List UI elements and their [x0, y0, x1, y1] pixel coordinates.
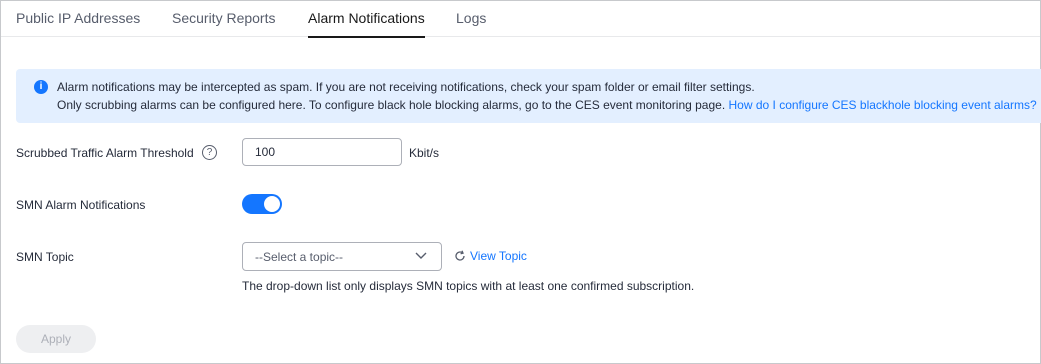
- smn-notifications-label: SMN Alarm Notifications: [16, 198, 146, 212]
- tab-alarm-notifications[interactable]: Alarm Notifications: [308, 10, 425, 38]
- smn-topic-label: SMN Topic: [16, 250, 74, 264]
- refresh-icon: [455, 250, 465, 261]
- question-circle-icon[interactable]: ?: [202, 145, 217, 160]
- smn-topic-placeholder: --Select a topic--: [255, 250, 344, 264]
- threshold-input[interactable]: [242, 138, 402, 166]
- tab-logs[interactable]: Logs: [456, 10, 486, 37]
- toggle-knob: [264, 196, 280, 212]
- threshold-label: Scrubbed Traffic Alarm Threshold: [16, 146, 194, 160]
- banner-line-2: Only scrubbing alarms can be configured …: [57, 98, 1037, 112]
- tab-security-reports[interactable]: Security Reports: [172, 10, 275, 37]
- info-icon: i: [34, 80, 48, 94]
- tab-bar: Public IP Addresses Security Reports Ala…: [1, 1, 1040, 38]
- alarm-notifications-panel: Public IP Addresses Security Reports Ala…: [0, 0, 1041, 364]
- banner-line-1: Alarm notifications may be intercepted a…: [57, 80, 755, 94]
- apply-button[interactable]: Apply: [16, 325, 96, 353]
- threshold-unit: Kbit/s: [409, 146, 440, 160]
- ces-blackhole-help-link[interactable]: How do I configure CES blackhole blockin…: [729, 98, 1037, 112]
- tab-public-ip-addresses[interactable]: Public IP Addresses: [16, 10, 140, 37]
- banner-line-2-text: Only scrubbing alarms can be configured …: [57, 98, 726, 112]
- smn-topic-select[interactable]: --Select a topic--: [242, 242, 442, 271]
- view-topic-link[interactable]: View Topic: [454, 249, 527, 265]
- view-topic-label: View Topic: [470, 249, 527, 263]
- info-banner: i Alarm notifications may be intercepted…: [16, 69, 1041, 123]
- smn-topic-hint: The drop-down list only displays SMN top…: [242, 279, 695, 293]
- chevron-down-icon: [415, 252, 427, 259]
- smn-notifications-toggle[interactable]: [242, 194, 282, 214]
